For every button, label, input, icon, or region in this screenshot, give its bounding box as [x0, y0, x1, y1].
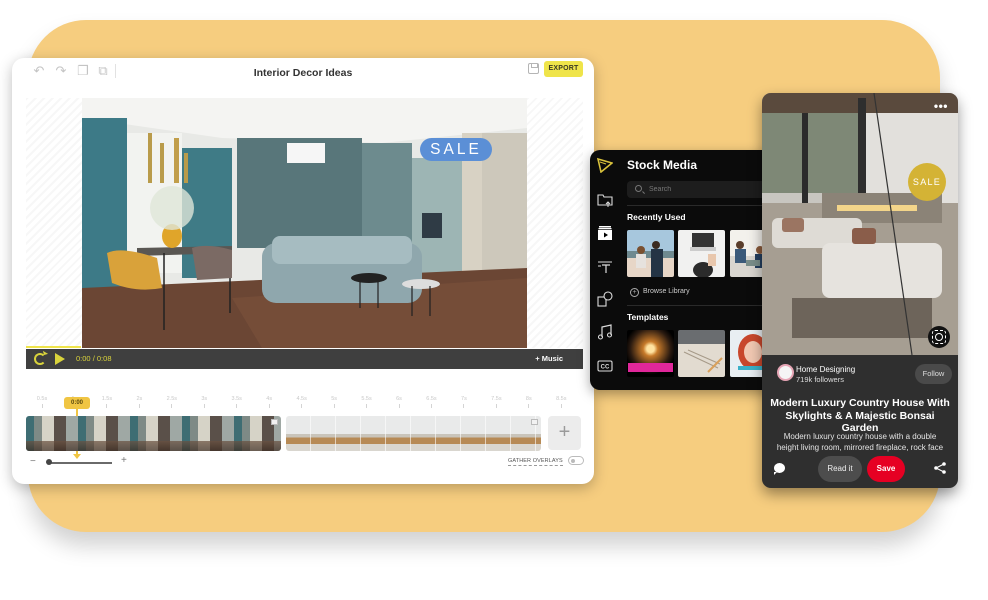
clip-image-icon — [531, 419, 538, 425]
read-it-button[interactable]: Read it — [818, 456, 862, 482]
laptop-desk-image — [690, 233, 716, 277]
ruler-tick: 5.5s — [352, 396, 382, 408]
export-button[interactable]: EXPORT — [544, 61, 583, 77]
ruler-tick: 6.5s — [416, 396, 446, 408]
time-separator: / — [92, 354, 95, 363]
pin-image[interactable] — [762, 93, 958, 355]
text-icon[interactable] — [597, 258, 613, 274]
project-title[interactable]: Interior Decor Ideas — [12, 67, 594, 79]
comment-icon[interactable] — [774, 463, 785, 475]
playback-progress — [26, 346, 81, 348]
current-time: 0:00 — [76, 354, 91, 363]
replay-icon[interactable] — [34, 353, 46, 365]
zoom-slider-knob[interactable] — [46, 459, 52, 465]
follower-count: 719k followers — [796, 375, 844, 384]
templates-heading[interactable]: Templates — [627, 312, 668, 322]
recent-media-thumb[interactable] — [627, 230, 674, 277]
template-thumb[interactable] — [627, 330, 674, 377]
template-thumb[interactable] — [678, 330, 725, 377]
editor-toolbar: ↶ ↷ ❐ ⧉ Interior Decor Ideas EXPORT — [12, 58, 594, 88]
avatar[interactable] — [777, 364, 794, 381]
gather-overlays-label[interactable]: GATHER OVERLAYS — [508, 458, 563, 466]
video-preview[interactable] — [82, 98, 527, 348]
notebook-image — [683, 349, 723, 373]
gather-overlays-toggle[interactable] — [568, 456, 584, 465]
author-name[interactable]: Home Designing — [796, 365, 855, 374]
plus-circle-icon: + — [630, 288, 639, 297]
duration: 0:08 — [96, 354, 112, 363]
play-icon[interactable] — [55, 353, 65, 365]
player-controls: 0:00 / 0:08 + Music — [26, 349, 583, 369]
browse-library-label: Browse Library — [643, 288, 690, 295]
ruler-tick: 7s — [449, 396, 479, 408]
captions-icon[interactable]: CC — [597, 358, 613, 374]
ruler-tick: 7.5s — [481, 396, 511, 408]
ruler-tick: 8s — [514, 396, 544, 408]
shapes-icon[interactable] — [597, 291, 613, 307]
ruler-tick: 3s — [189, 396, 219, 408]
sale-overlay-text[interactable]: SALE — [420, 138, 492, 161]
save-icon[interactable] — [528, 63, 539, 74]
ruler-tick: 8.5s — [546, 396, 576, 408]
couple-walking-image — [636, 241, 663, 277]
more-options-button[interactable]: ••• — [934, 99, 948, 113]
timeline-clip-2[interactable] — [286, 416, 541, 451]
tool-rail: CC — [590, 150, 620, 390]
add-clip-button[interactable]: + — [548, 416, 581, 450]
music-icon[interactable] — [597, 324, 613, 340]
pin-description: Modern luxury country house with a doubl… — [776, 432, 944, 452]
ruler-tick: 4s — [254, 396, 284, 408]
video-library-icon[interactable] — [597, 225, 613, 241]
ruler-tick: 0.5s — [27, 396, 57, 408]
svg-text:CC: CC — [601, 365, 610, 371]
sale-badge: SALE — [908, 163, 946, 201]
living-room-image — [82, 98, 527, 348]
stock-search-field[interactable] — [627, 181, 780, 198]
ruler-tick: 1.5s — [92, 396, 122, 408]
ruler-tick: 6s — [384, 396, 414, 408]
time-readout: 0:00 / 0:08 — [76, 354, 112, 363]
video-editor-window: ↶ ↷ ❐ ⧉ Interior Decor Ideas EXPORT SALE… — [12, 58, 594, 484]
stock-search-input[interactable] — [649, 183, 769, 196]
ruler-tick: 2.5s — [157, 396, 187, 408]
stock-media-panel: CC Stock Media Recently Used — [590, 150, 786, 390]
ruler-tick: 3.5s — [222, 396, 252, 408]
browse-library-link[interactable]: + Browse Library — [630, 288, 690, 297]
timeline-zoom-slider[interactable] — [48, 462, 112, 464]
zoom-in-button[interactable]: + — [121, 455, 127, 466]
timeline-clip-1[interactable] — [26, 416, 281, 451]
recently-used-heading[interactable]: Recently Used — [627, 212, 686, 222]
share-icon[interactable] — [934, 462, 946, 474]
promo-composition: ↶ ↷ ❐ ⧉ Interior Decor Ideas EXPORT SALE… — [0, 0, 988, 600]
luxury-living-room-image — [762, 93, 958, 355]
timeline-ruler[interactable]: 0.5s1s1.5s2s2.5s3s3.5s4s4.5s5s5.5s6s6.5s… — [32, 396, 587, 412]
search-icon — [635, 185, 642, 192]
recent-media-thumb[interactable] — [678, 230, 725, 277]
divider — [627, 305, 782, 306]
ruler-tick: 2s — [124, 396, 154, 408]
ruler-tick: 4.5s — [287, 396, 317, 408]
ruler-tick: 5s — [319, 396, 349, 408]
follow-button[interactable]: Follow — [915, 364, 952, 384]
playhead-handle[interactable] — [73, 454, 81, 459]
clip-image-icon — [271, 419, 278, 425]
zoom-out-button[interactable]: − — [30, 456, 36, 467]
add-music-button[interactable]: + Music — [535, 354, 563, 363]
panel-title: Stock Media — [627, 158, 698, 172]
save-pin-button[interactable]: Save — [867, 456, 905, 482]
upload-folder-icon[interactable] — [597, 192, 613, 208]
pin-title: Modern Luxury Country House With Skyligh… — [770, 397, 950, 434]
template-caption-bar — [628, 363, 673, 372]
logo-icon[interactable] — [597, 157, 613, 173]
pin-card: ••• SALE Home Designing 719k followers F… — [762, 93, 958, 488]
divider — [627, 205, 782, 206]
visual-search-icon[interactable] — [928, 326, 950, 348]
